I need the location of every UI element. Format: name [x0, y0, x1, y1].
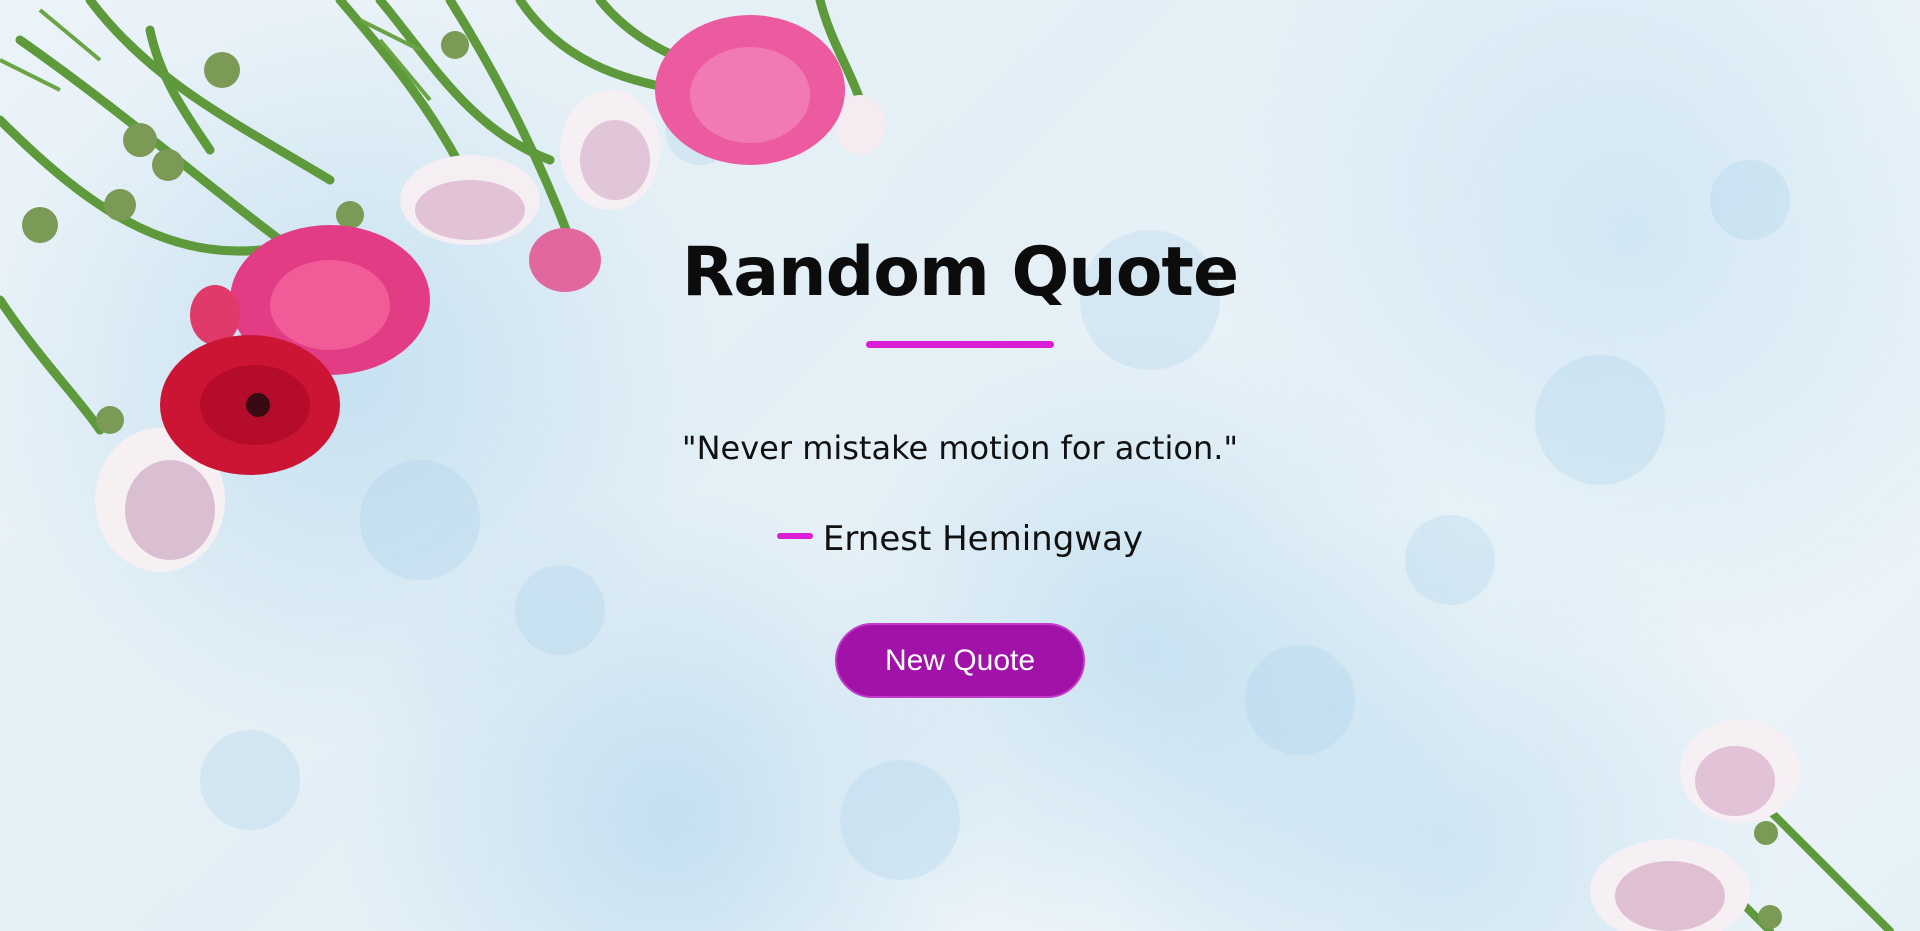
quote-card: Random Quote "Never mistake motion for a… [0, 0, 1920, 931]
page-title: Random Quote [681, 233, 1239, 312]
author-dash-icon [776, 533, 813, 539]
quote-author: Ernest Hemingway [822, 519, 1144, 559]
quote-text: "Never mistake motion for action." [681, 429, 1239, 467]
title-underline [866, 341, 1054, 348]
author-row: Ernest Hemingway [0, 516, 1920, 562]
new-quote-button[interactable]: New Quote [835, 623, 1085, 698]
